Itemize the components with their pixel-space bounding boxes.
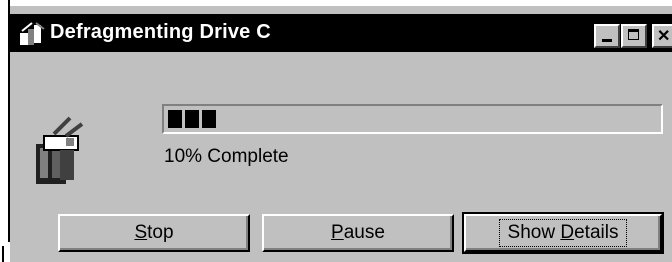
defrag-window: Defragmenting Drive C 10% Complete Stop …: [10, 6, 672, 262]
minimize-button[interactable]: [594, 24, 620, 48]
stop-button-label: Stop: [134, 222, 174, 243]
title-bar[interactable]: Defragmenting Drive C: [10, 14, 672, 52]
show-details-button-label: Show Details: [498, 219, 628, 247]
close-button[interactable]: [652, 24, 672, 48]
defrag-app-icon: [30, 114, 92, 188]
progress-block: [202, 110, 216, 128]
show-details-button[interactable]: Show Details: [462, 212, 664, 254]
pause-button[interactable]: Pause: [262, 214, 454, 252]
progress-block: [185, 110, 199, 128]
pause-button-label: Pause: [331, 222, 385, 243]
defrag-progress-bar: [162, 104, 663, 134]
progress-block: [168, 110, 182, 128]
defrag-icon[interactable]: [16, 19, 50, 49]
progress-fill: [168, 110, 216, 128]
stop-button[interactable]: Stop: [58, 214, 250, 252]
window-title: Defragmenting Drive C: [50, 21, 271, 43]
maximize-button[interactable]: [621, 24, 647, 48]
progress-status-text: 10% Complete: [164, 146, 289, 167]
cursor-mark: [2, 246, 4, 262]
